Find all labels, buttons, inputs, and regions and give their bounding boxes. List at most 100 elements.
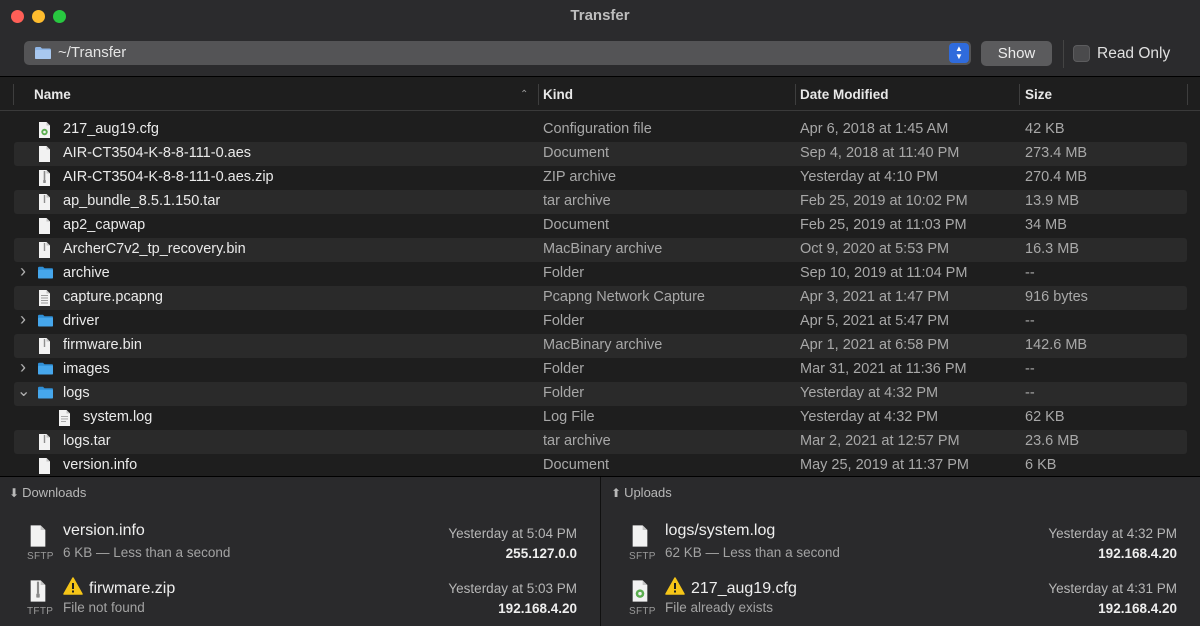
chevron-down-icon[interactable]: ⌄: [17, 381, 30, 401]
folder-icon: [37, 385, 54, 405]
uploads-header: ⬆ Uploads: [611, 485, 672, 500]
transfer-name-text: version.info: [63, 522, 145, 539]
file-row[interactable]: › driver Folder Apr 5, 2021 at 5:47 PM --: [14, 309, 1187, 334]
sort-ascending-icon: ⌃: [520, 89, 529, 100]
document-icon: [37, 217, 52, 240]
transfer-item[interactable]: SFTP version.info 6 KB — Less than a secon…: [0, 522, 600, 574]
archive-icon: [37, 337, 52, 360]
transfer-name-text: logs/system.log: [665, 522, 776, 539]
file-date: Feb 25, 2019 at 11:03 PM: [800, 217, 967, 233]
file-size: 273.4 MB: [1025, 145, 1088, 161]
log-file-icon: [57, 409, 72, 432]
config-file-icon: [630, 579, 650, 608]
column-size-header[interactable]: Size: [1025, 87, 1052, 102]
file-row[interactable]: ⌄ logs Folder Yesterday at 4:32 PM --: [14, 382, 1187, 406]
warning-icon: [63, 577, 83, 600]
file-kind: Configuration file: [543, 121, 652, 137]
transfer-time: Yesterday at 4:32 PM: [1048, 526, 1177, 541]
transfer-file-name: version.info: [63, 522, 145, 540]
file-kind: ZIP archive: [543, 169, 617, 185]
file-row[interactable]: ap2_capwap Document Feb 25, 2019 at 11:03 …: [14, 214, 1187, 238]
transfer-detail: File not found: [63, 600, 145, 615]
file-size: --: [1025, 313, 1035, 329]
file-date: May 25, 2019 at 11:37 PM: [800, 457, 970, 473]
file-row[interactable]: ArcherC7v2_tp_recovery.bin MacBinary arch…: [14, 238, 1187, 262]
file-kind: tar archive: [543, 433, 611, 449]
file-row[interactable]: system.log Log File Yesterday at 4:32 PM 62…: [14, 406, 1187, 430]
file-name: logs.tar: [63, 433, 111, 449]
file-row[interactable]: logs.tar tar archive Mar 2, 2021 at 12:57 …: [14, 430, 1187, 454]
transfer-item[interactable]: SFTP logs/system.log 62 KB — Less than a s…: [602, 522, 1200, 574]
transfer-name-text: 217_aug19.cfg: [691, 580, 797, 597]
folder-icon: [37, 265, 54, 285]
column-divider[interactable]: [538, 84, 539, 105]
file-row[interactable]: ap_bundle_8.5.1.150.tar tar archive Feb 25…: [14, 190, 1187, 214]
folder-icon: [34, 46, 52, 65]
transfer-detail: File already exists: [665, 600, 774, 615]
file-name: AIR-CT3504-K-8-8-111-0.aes: [63, 145, 252, 161]
file-date: Oct 9, 2020 at 5:53 PM: [800, 241, 950, 257]
uploads-title: Uploads: [624, 485, 672, 500]
read-only-checkbox[interactable]: [1073, 45, 1090, 62]
file-name: ArcherC7v2_tp_recovery.bin: [63, 241, 246, 257]
file-row[interactable]: › images Folder Mar 31, 2021 at 11:36 PM --: [14, 357, 1187, 382]
chevron-right-icon[interactable]: ›: [17, 261, 29, 282]
path-text: ~/Transfer: [58, 44, 127, 61]
column-date-header[interactable]: Date Modified: [800, 87, 889, 102]
file-row[interactable]: firmware.bin MacBinary archive Apr 1, 2021…: [14, 334, 1187, 358]
file-name: ap2_capwap: [63, 217, 146, 233]
file-name: archive: [63, 265, 110, 281]
protocol-label: SFTP: [629, 551, 656, 562]
file-name: capture.pcapng: [63, 289, 163, 305]
file-row[interactable]: version.info Document May 25, 2019 at 11:3…: [14, 454, 1187, 476]
file-kind: MacBinary archive: [543, 241, 663, 257]
file-kind: Folder: [543, 361, 585, 377]
archive-icon: [37, 193, 52, 216]
document-icon: [28, 524, 48, 553]
file-row[interactable]: › archive Folder Sep 10, 2019 at 11:04 PM --: [14, 261, 1187, 286]
transfer-host: 192.168.4.20: [498, 601, 577, 616]
transfer-time: Yesterday at 4:31 PM: [1048, 581, 1177, 596]
transfer-item[interactable]: SFTP 217_aug19.cfg File already exists Yest…: [602, 577, 1200, 626]
file-name: 217_aug19.cfg: [63, 121, 159, 137]
arrow-down-icon: ⬇: [9, 486, 20, 500]
file-kind: MacBinary archive: [543, 337, 663, 353]
file-kind: Folder: [543, 265, 585, 281]
file-kind: Document: [543, 217, 610, 233]
read-only-label[interactable]: Read Only: [1097, 45, 1170, 63]
file-name: AIR-CT3504-K-8-8-111-0.aes.zip: [63, 169, 274, 185]
chevron-up-down-icon[interactable]: ▲ ▼: [949, 43, 969, 63]
downloads-header: ⬇ Downloads: [9, 485, 86, 500]
file-size: 142.6 MB: [1025, 337, 1088, 353]
file-size: 13.9 MB: [1025, 193, 1079, 209]
column-name-header[interactable]: Name: [34, 87, 71, 102]
protocol-label: SFTP: [27, 551, 54, 562]
column-divider[interactable]: [1019, 84, 1020, 105]
chevron-right-icon[interactable]: ›: [17, 309, 29, 330]
transfer-detail: 6 KB — Less than a second: [63, 545, 231, 560]
transfer-host: 255.127.0.0: [505, 546, 577, 561]
file-row[interactable]: 217_aug19.cfg Configuration file Apr 6, 20…: [14, 118, 1187, 142]
file-size: --: [1025, 265, 1035, 281]
show-button[interactable]: Show: [981, 41, 1052, 66]
file-size: --: [1025, 361, 1035, 377]
file-name: system.log: [83, 409, 153, 425]
transfer-item[interactable]: TFTP firwmare.zip File not found Yesterday …: [0, 577, 600, 626]
file-list[interactable]: 217_aug19.cfg Configuration file Apr 6, 20…: [0, 118, 1200, 476]
column-divider[interactable]: [795, 84, 796, 105]
file-row[interactable]: AIR-CT3504-K-8-8-111-0.aes.zip ZIP archiv…: [14, 166, 1187, 190]
file-row[interactable]: AIR-CT3504-K-8-8-111-0.aes Document Sep 4,…: [14, 142, 1187, 166]
file-name: images: [63, 361, 110, 377]
chevron-right-icon[interactable]: ›: [17, 357, 29, 378]
archive-icon: [37, 433, 52, 456]
column-header: Name ⌃ Kind Date Modified Size: [0, 78, 1200, 111]
file-size: --: [1025, 385, 1035, 401]
file-size: 23.6 MB: [1025, 433, 1079, 449]
file-row[interactable]: capture.pcapng Pcapng Network Capture Apr …: [14, 286, 1187, 310]
path-popup[interactable]: ~/Transfer ▲ ▼: [24, 41, 971, 65]
file-size: 6 KB: [1025, 457, 1057, 473]
file-size: 270.4 MB: [1025, 169, 1088, 185]
column-kind-header[interactable]: Kind: [543, 87, 573, 102]
transfer-host: 192.168.4.20: [1098, 601, 1177, 616]
file-kind: Document: [543, 145, 610, 161]
